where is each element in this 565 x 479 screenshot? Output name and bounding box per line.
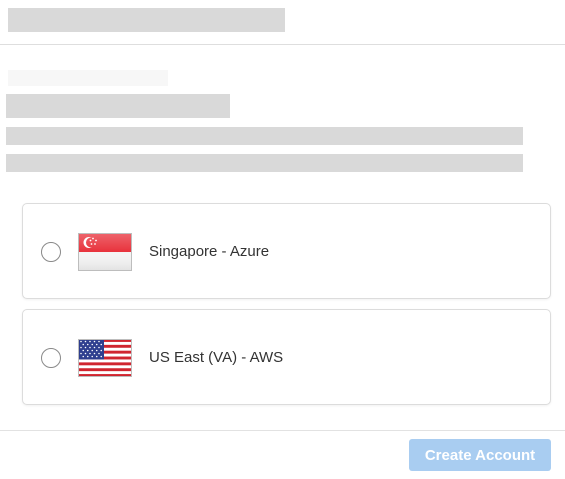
region-label: Singapore - Azure — [149, 243, 270, 260]
faint-text-placeholder — [8, 70, 168, 86]
description-line-placeholder — [6, 127, 523, 145]
singapore-flag-icon — [78, 233, 132, 271]
section-heading-placeholder — [6, 94, 230, 118]
region-radio-button[interactable] — [41, 348, 61, 368]
create-account-button[interactable]: Create Account — [409, 439, 551, 471]
header-title-placeholder — [8, 8, 285, 32]
region-radio-button[interactable] — [41, 242, 61, 262]
region-option-singapore-azure[interactable]: Singapore - Azure — [22, 203, 551, 299]
account-setup-page: Singapore - Azure US East (VA) - AWS Cre… — [0, 0, 565, 479]
footer-divider — [0, 430, 565, 431]
region-option-us-east-aws[interactable]: US East (VA) - AWS — [22, 309, 551, 405]
region-label: US East (VA) - AWS — [149, 349, 284, 366]
description-line-placeholder — [6, 154, 523, 172]
header-divider — [0, 44, 565, 45]
us-flag-icon — [78, 339, 132, 377]
